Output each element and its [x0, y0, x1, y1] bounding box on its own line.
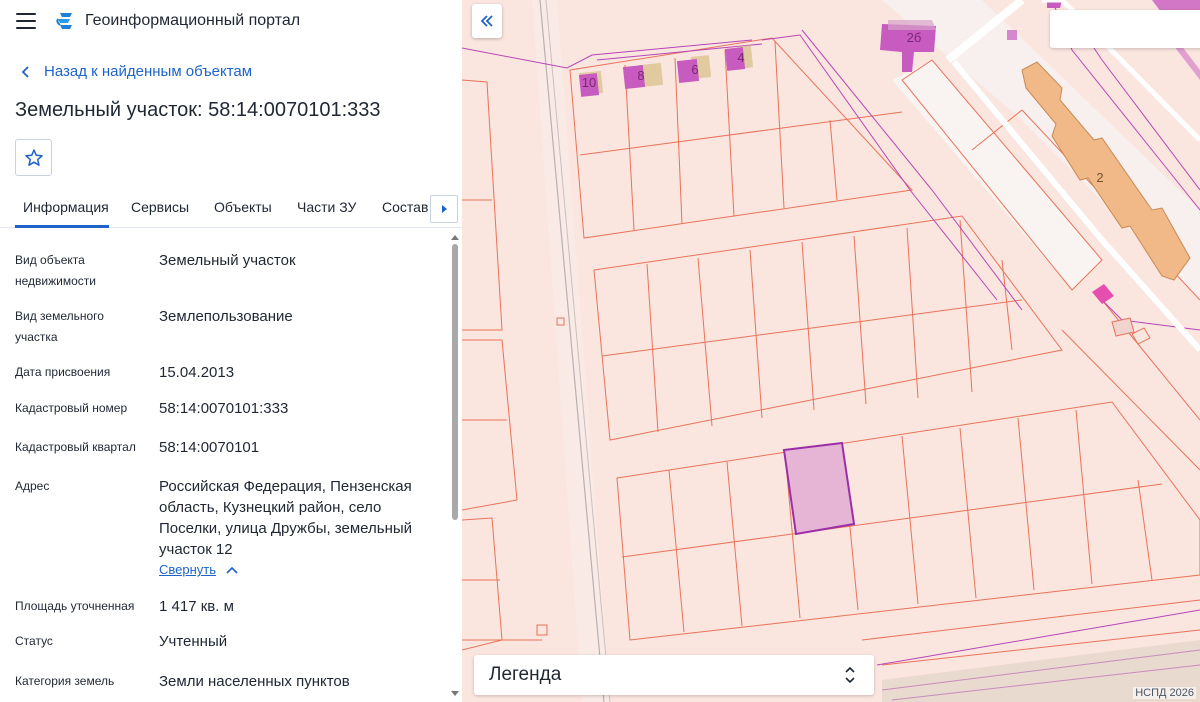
info-value: Землепользование — [159, 308, 293, 325]
building-label: 10 — [582, 75, 596, 90]
top-bar: Геоинформационный портал — [0, 0, 462, 44]
star-icon — [24, 148, 43, 166]
scroll-up-arrow-icon[interactable] — [451, 234, 459, 240]
info-value: 58:14:0070101 — [159, 439, 260, 456]
info-label: Вид земельного участка — [15, 309, 104, 344]
chevron-up-icon — [226, 566, 238, 574]
info-scrollbar[interactable] — [450, 232, 460, 702]
legend-dropdown[interactable]: Легенда — [474, 655, 874, 695]
info-label: Кадастровый квартал — [15, 440, 136, 454]
chevron-left-icon — [21, 65, 29, 78]
map-search-box[interactable] — [1050, 10, 1200, 48]
info-value: Земельный участок — [159, 252, 296, 269]
info-value: 15.04.2013 — [159, 364, 235, 381]
info-value: Учтенный — [159, 633, 228, 650]
tab-bar: Информация Сервисы Объекты Части ЗУ Сост… — [0, 192, 462, 228]
tab-parts[interactable]: Части ЗУ — [297, 199, 356, 215]
back-link-label: Назад к найденным объектам — [44, 63, 253, 80]
building-label: 6 — [691, 62, 698, 77]
hamburger-icon[interactable] — [16, 13, 36, 29]
buildings: 10 8 6 4 2б 2 — [578, 0, 1200, 345]
scroll-thumb[interactable] — [452, 244, 458, 520]
info-label: Площадь уточненная — [15, 599, 135, 613]
tab-information[interactable]: Информация — [23, 199, 109, 215]
portal-logo-icon — [56, 13, 72, 29]
tab-composition[interactable]: Состав — [382, 199, 428, 215]
active-tab-indicator — [15, 225, 109, 228]
legend-label: Легенда — [489, 664, 562, 685]
cadastral-map[interactable]: 10 8 6 4 2б 2 — [462, 0, 1200, 702]
info-label: Адрес — [15, 479, 50, 493]
back-to-results-link[interactable]: Назад к найденным объектам — [18, 63, 252, 80]
info-label: Дата присвоения — [15, 365, 111, 379]
info-value: 1 417 кв. м — [159, 598, 234, 615]
scroll-down-arrow-icon[interactable] — [451, 691, 459, 697]
favorite-button[interactable] — [15, 139, 52, 176]
building-label: 4 — [737, 50, 744, 65]
building-label: 2 — [1096, 170, 1103, 185]
info-value: 58:14:0070101:333 — [159, 400, 289, 417]
info-value: Российская Федерация, Пензенская область… — [159, 478, 413, 558]
caret-right-icon — [442, 205, 447, 213]
building-label: 2б — [907, 30, 922, 45]
info-label: Категория земель — [15, 674, 115, 688]
chevron-up-down-icon — [845, 666, 855, 684]
selected-parcel[interactable] — [782, 441, 856, 536]
object-info-panel: Геоинформационный портал Назад к найденн… — [0, 0, 462, 702]
collapse-panel-button[interactable] — [472, 4, 502, 38]
info-label: Кадастровый номер — [15, 401, 128, 415]
building-label: 8 — [637, 68, 644, 83]
tab-services[interactable]: Сервисы — [131, 199, 189, 215]
collapse-label: Свернуть — [159, 562, 217, 577]
tabs-scroll-right-button[interactable] — [430, 195, 458, 223]
map-view[interactable]: 10 8 6 4 2б 2 Легенда НСПД 2026 — [462, 0, 1200, 702]
tab-objects[interactable]: Объекты — [214, 199, 272, 215]
info-label: Статус — [15, 634, 53, 648]
map-copyright: НСПД 2026 — [1133, 687, 1196, 699]
info-value: Земли населенных пунктов — [159, 673, 350, 690]
info-list: Вид объекта недвижимости Земельный участ… — [0, 232, 448, 702]
page-title: Земельный участок: 58:14:0070101:333 — [15, 99, 381, 121]
double-chevron-left-icon — [480, 15, 493, 27]
info-label: Вид объекта недвижимости — [15, 253, 96, 288]
portal-title: Геоинформационный портал — [85, 12, 301, 29]
collapse-address-link[interactable]: Свернуть — [159, 562, 238, 577]
